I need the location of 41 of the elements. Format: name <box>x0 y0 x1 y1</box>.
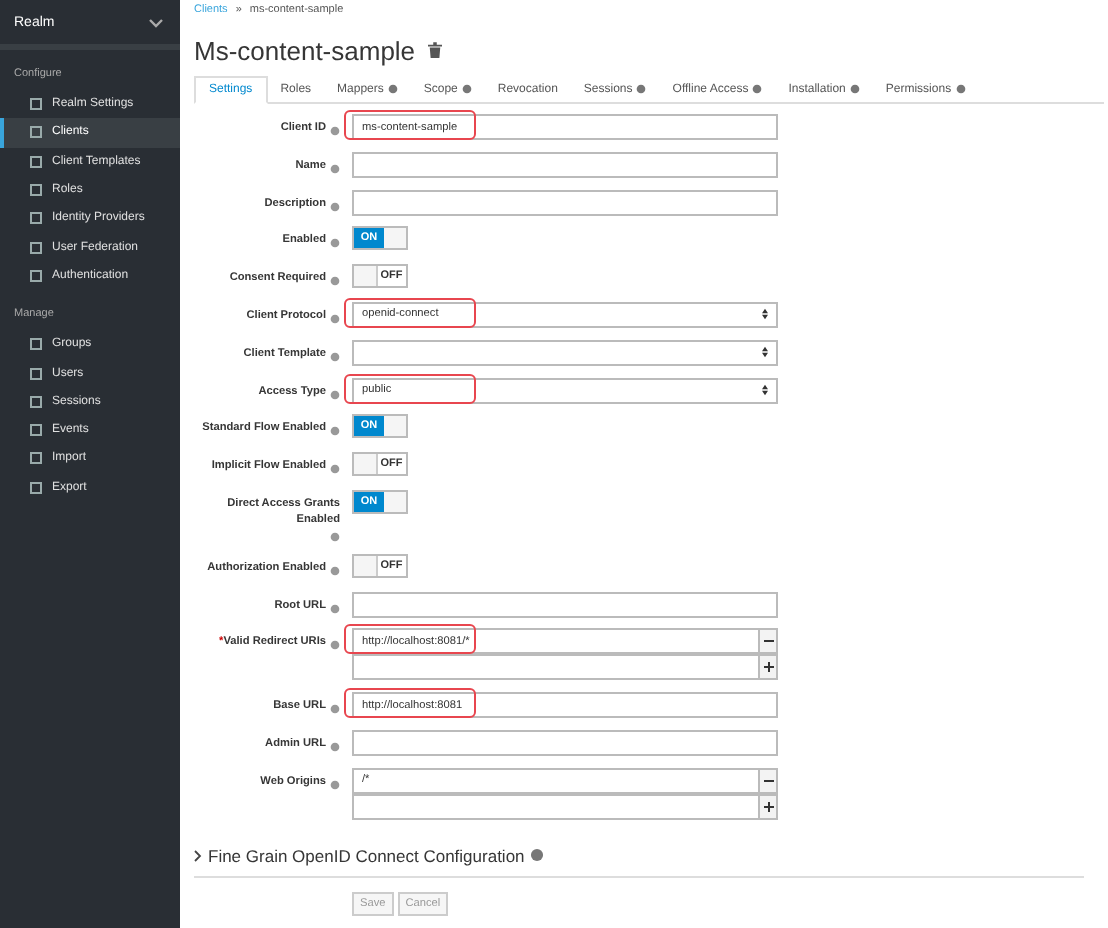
input-field[interactable] <box>352 189 778 216</box>
square-icon <box>30 184 42 197</box>
square-icon <box>30 98 42 111</box>
chevron-right-icon[interactable] <box>194 849 202 862</box>
minus-icon <box>763 779 773 782</box>
highlight-frame <box>344 373 476 404</box>
input-field[interactable] <box>352 591 778 618</box>
section-heading[interactable]: Fine Grain OpenID Connect Configuration <box>208 845 525 866</box>
square-icon <box>30 126 42 139</box>
minus-icon <box>763 640 773 643</box>
add-button[interactable] <box>760 793 778 820</box>
input-field[interactable] <box>352 151 778 178</box>
add-button[interactable] <box>760 654 778 681</box>
updown-icon <box>762 384 768 397</box>
page-title: Ms-content-sample <box>194 35 416 65</box>
square-icon <box>30 424 42 437</box>
square-icon <box>30 452 42 465</box>
square-icon <box>30 338 42 351</box>
trash-icon[interactable] <box>427 42 442 58</box>
input-field[interactable] <box>352 729 778 756</box>
remove-button[interactable] <box>760 628 778 655</box>
square-icon <box>30 212 42 225</box>
updown-icon <box>762 308 768 321</box>
highlight-frame <box>344 110 476 140</box>
select-field[interactable] <box>352 339 778 366</box>
updown-icon <box>762 346 768 359</box>
plus-icon <box>763 662 773 673</box>
chevron-down-icon[interactable] <box>148 17 164 27</box>
highlight-frame <box>344 297 476 328</box>
square-icon <box>30 155 42 168</box>
highlight-frame <box>344 624 476 655</box>
square-icon <box>30 481 42 494</box>
plus-icon <box>763 801 773 812</box>
square-icon <box>30 269 42 282</box>
input-field[interactable] <box>352 654 760 681</box>
square-icon <box>30 367 42 380</box>
square-icon <box>30 395 42 408</box>
remove-button[interactable] <box>760 767 778 794</box>
highlight-frame <box>344 688 476 719</box>
input-field[interactable] <box>352 793 760 820</box>
square-icon <box>30 241 42 254</box>
